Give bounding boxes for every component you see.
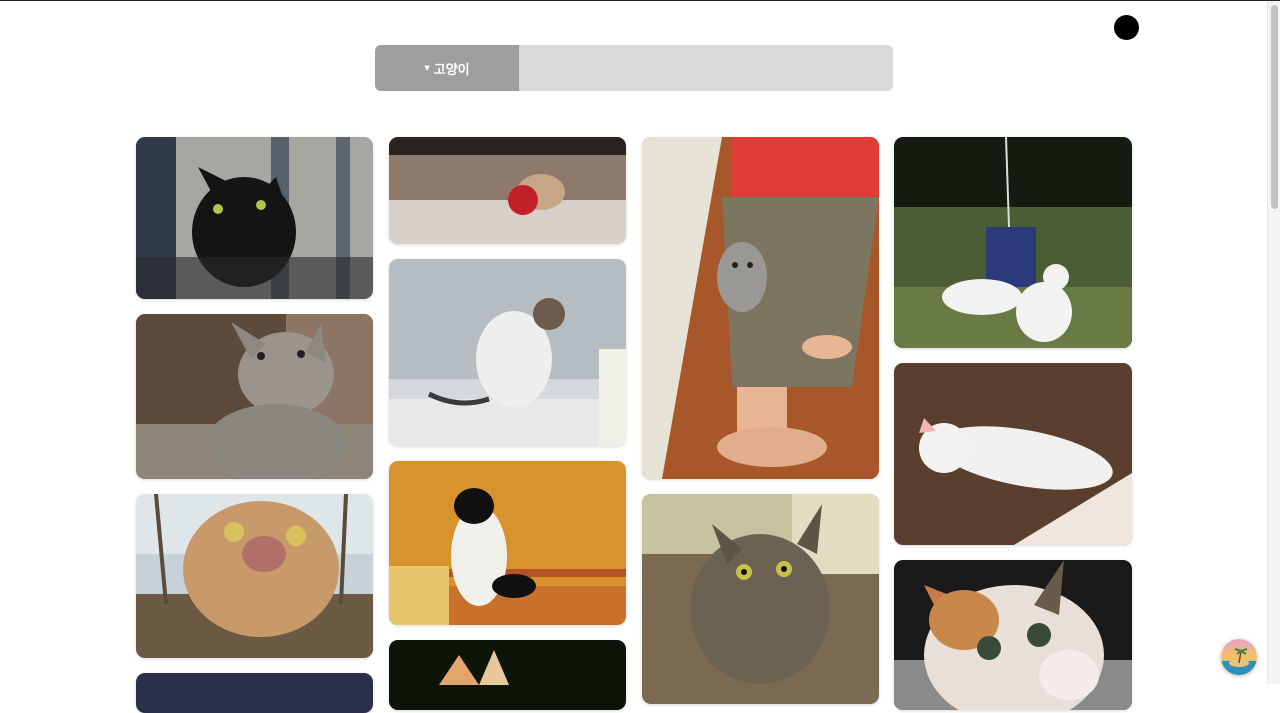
cat-photo-tile[interactable] — [136, 314, 373, 479]
white-cats-in-grass-image — [894, 137, 1132, 348]
black-white-cat-orange-wall-image — [389, 461, 626, 625]
tabby-cat-looking-up-image — [136, 314, 373, 479]
island-avatar-button[interactable] — [1221, 639, 1257, 675]
theme-toggle-button[interactable] — [1114, 15, 1139, 40]
cat-photo-tile[interactable] — [389, 137, 626, 244]
orange-cat-dark-bg-image — [389, 640, 626, 710]
cat-photo-tile[interactable] — [389, 640, 626, 710]
search-input[interactable] — [519, 45, 893, 91]
scrollbar-thumb[interactable] — [1271, 5, 1278, 209]
tabby-cat-on-floor-image — [642, 494, 879, 704]
category-select[interactable]: ▼ 고양이 — [375, 45, 519, 91]
cat-photo-tile[interactable] — [642, 137, 879, 479]
cat-photo-tile[interactable] — [136, 137, 373, 299]
calico-kitten-closeup-image — [894, 560, 1132, 710]
cat-photo-tile[interactable] — [894, 137, 1132, 348]
cat-photo-tile[interactable] — [389, 461, 626, 625]
white-kitten-sleeping-image — [894, 363, 1132, 545]
cat-in-knit-sweater-window-image — [389, 259, 626, 446]
cat-photo-tile[interactable] — [136, 673, 373, 713]
kitten-with-red-ball-image — [389, 137, 626, 244]
cat-photo-partial-image — [136, 673, 373, 713]
cat-photo-tile[interactable] — [642, 494, 879, 704]
cat-photo-tile[interactable] — [894, 560, 1132, 710]
search-bar: ▼ 고양이 — [375, 45, 893, 91]
category-label: 고양이 — [433, 62, 470, 78]
cat-photo-tile[interactable] — [389, 259, 626, 446]
island-sunset-icon — [1221, 639, 1257, 675]
orange-cat-fisheye-image — [136, 494, 373, 658]
page-scrollbar[interactable] — [1267, 1, 1280, 684]
black-cat-window-image — [136, 137, 373, 299]
kitten-in-cargo-pocket-image — [642, 137, 879, 479]
caret-down-icon: ▼ — [424, 64, 430, 72]
cat-photo-tile[interactable] — [894, 363, 1132, 545]
cat-photo-tile[interactable] — [136, 494, 373, 658]
